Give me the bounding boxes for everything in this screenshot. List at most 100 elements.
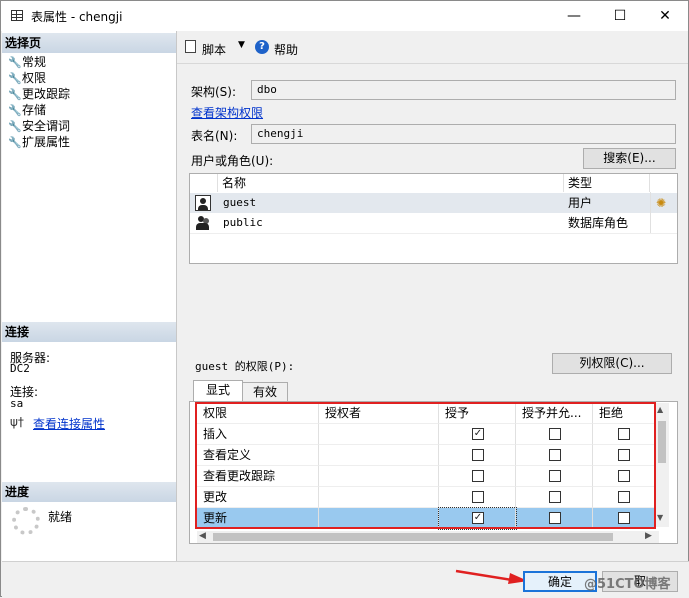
nav-item-change-tracking[interactable]: 🔧更改跟踪 <box>8 86 70 102</box>
view-connection-properties-link[interactable]: 查看连接属性 <box>33 415 105 432</box>
permission-grantor <box>319 445 439 466</box>
grant-checkbox[interactable] <box>472 470 484 482</box>
principals-grid: 名称 类型 guest 用户 ✺ public 数据库角色 <box>189 173 678 264</box>
grant-checkbox[interactable] <box>472 449 484 461</box>
nav-item-permissions[interactable]: 🔧权限 <box>8 70 46 86</box>
permission-grantor <box>319 508 439 529</box>
connection-properties-icon: ψ† <box>10 415 24 429</box>
permission-name: 查看更改跟踪 <box>197 466 319 487</box>
permission-row[interactable]: 更改 <box>197 487 655 508</box>
wrench-icon: 🔧 <box>8 56 22 69</box>
vertical-scrollbar[interactable]: ▲ ▼ <box>655 403 669 527</box>
connection-header: 连接 <box>2 322 176 342</box>
left-pane: 选择页 🔧常规 🔧权限 🔧更改跟踪 🔧存储 🔧安全谓词 🔧扩展属性 连接 服务器… <box>2 31 177 561</box>
column-permissions-button[interactable]: 列权限(C)... <box>552 353 672 374</box>
progress-status: 就绪 <box>48 510 73 524</box>
permission-row[interactable]: 插入 ✓ <box>197 424 655 445</box>
permission-name: 插入 <box>197 424 319 445</box>
permission-grantor <box>319 424 439 445</box>
with-grant-checkbox[interactable] <box>549 512 561 524</box>
principal-type: 数据库角色 <box>568 216 629 230</box>
wrench-icon: 🔧 <box>8 88 22 101</box>
scroll-right-icon[interactable]: ▶ <box>645 531 652 541</box>
user-icon <box>195 195 211 211</box>
grant-checkbox[interactable]: ✓ <box>472 512 484 524</box>
schema-label: 架构(S): <box>191 85 237 99</box>
permission-name: 查看定义 <box>197 445 319 466</box>
table-name-field: chengji <box>251 124 676 144</box>
red-arrow-annotation <box>455 569 528 584</box>
toolbar: 脚本 ▼ ? 帮助 <box>177 31 688 64</box>
permission-row[interactable]: 查看更改跟踪 <box>197 466 655 487</box>
deny-checkbox[interactable] <box>618 470 630 482</box>
select-page-header: 选择页 <box>2 33 176 53</box>
wrench-icon: 🔧 <box>8 136 22 149</box>
deny-checkbox[interactable] <box>618 428 630 440</box>
server-value: DC2 <box>10 362 30 375</box>
connection-value: sa <box>10 397 24 410</box>
column-header-with-grant[interactable]: 授予并允... <box>516 403 593 424</box>
scroll-left-icon[interactable]: ◀ <box>199 531 206 541</box>
permission-grantor <box>319 466 439 487</box>
scroll-down-icon[interactable]: ▼ <box>657 513 663 522</box>
scrollbar-thumb[interactable] <box>658 421 666 463</box>
principal-name: guest <box>223 196 257 209</box>
column-header-name[interactable]: 名称 <box>218 174 564 192</box>
permission-grantor <box>319 487 439 508</box>
permission-row[interactable]: 查看定义 <box>197 445 655 466</box>
scroll-up-icon[interactable]: ▲ <box>657 405 663 414</box>
grant-checkbox[interactable]: ✓ <box>472 428 484 440</box>
nav-item-extended-properties[interactable]: 🔧扩展属性 <box>8 134 70 150</box>
role-icon <box>195 215 211 231</box>
deny-checkbox[interactable] <box>618 491 630 503</box>
deny-checkbox[interactable] <box>618 512 630 524</box>
principal-type: 用户 <box>568 196 593 210</box>
permissions-grid: 权限 授权者 授予 授予并允... 拒绝 插入 ✓ 查看定义 查看更改跟踪 更改 更新 ✓ … <box>197 403 669 530</box>
users-roles-label: 用户或角色(U): <box>191 154 274 168</box>
wrench-icon: 🔧 <box>8 120 22 133</box>
with-grant-checkbox[interactable] <box>549 491 561 503</box>
script-button[interactable]: 脚本 <box>202 41 226 58</box>
principal-row-public[interactable]: public 数据库角色 <box>190 213 677 233</box>
help-button[interactable]: 帮助 <box>274 41 298 58</box>
table-properties-window: 表属性 - chengji — ☐ ✕ 选择页 🔧常规 🔧权限 🔧更改跟踪 🔧存… <box>0 0 689 598</box>
watermark: @51CTO博客 <box>584 577 671 592</box>
nav-item-security-predicates[interactable]: 🔧安全谓词 <box>8 118 70 134</box>
nav-item-general[interactable]: 🔧常规 <box>8 54 46 70</box>
nav-item-storage[interactable]: 🔧存储 <box>8 102 46 118</box>
with-grant-checkbox[interactable] <box>549 428 561 440</box>
column-header-type[interactable]: 类型 <box>564 174 650 192</box>
column-header-deny[interactable]: 拒绝 <box>593 403 655 424</box>
deny-checkbox[interactable] <box>618 449 630 461</box>
tab-explicit[interactable]: 显式 <box>193 380 243 402</box>
principal-row-guest[interactable]: guest 用户 ✺ <box>190 193 677 213</box>
grant-checkbox[interactable] <box>472 491 484 503</box>
with-grant-checkbox[interactable] <box>549 470 561 482</box>
tab-effective[interactable]: 有效 <box>242 382 288 402</box>
chevron-down-icon[interactable]: ▼ <box>238 40 245 50</box>
table-icon <box>11 10 23 21</box>
close-button[interactable]: ✕ <box>642 1 688 31</box>
principal-name: public <box>223 216 263 229</box>
column-header-grantor[interactable]: 授权者 <box>319 403 439 424</box>
title-bar: 表属性 - chengji — ☐ ✕ <box>1 1 688 31</box>
column-header-grant[interactable]: 授予 <box>439 403 516 424</box>
permission-name: 更新 <box>197 508 319 529</box>
window-title: 表属性 - chengji <box>31 10 123 24</box>
minimize-button[interactable]: — <box>551 1 597 31</box>
permission-row[interactable]: 更新 ✓ <box>197 507 655 530</box>
permissions-label: guest 的权限(P): <box>195 360 295 373</box>
script-icon <box>185 40 196 53</box>
horizontal-scrollbar[interactable]: ◀ ▶ <box>197 531 659 543</box>
maximize-button[interactable]: ☐ <box>597 1 643 31</box>
object-icon: ✺ <box>656 196 667 210</box>
search-button[interactable]: 搜索(E)... <box>583 148 676 169</box>
table-name-label: 表名(N): <box>191 129 238 143</box>
schema-field: dbo <box>251 80 676 100</box>
with-grant-checkbox[interactable] <box>549 449 561 461</box>
column-header-permission[interactable]: 权限 <box>197 403 319 424</box>
permission-name: 更改 <box>197 487 319 508</box>
wrench-icon: 🔧 <box>8 72 22 85</box>
hscrollbar-thumb[interactable] <box>213 533 613 541</box>
view-schema-permissions-link[interactable]: 查看架构权限 <box>191 104 263 121</box>
